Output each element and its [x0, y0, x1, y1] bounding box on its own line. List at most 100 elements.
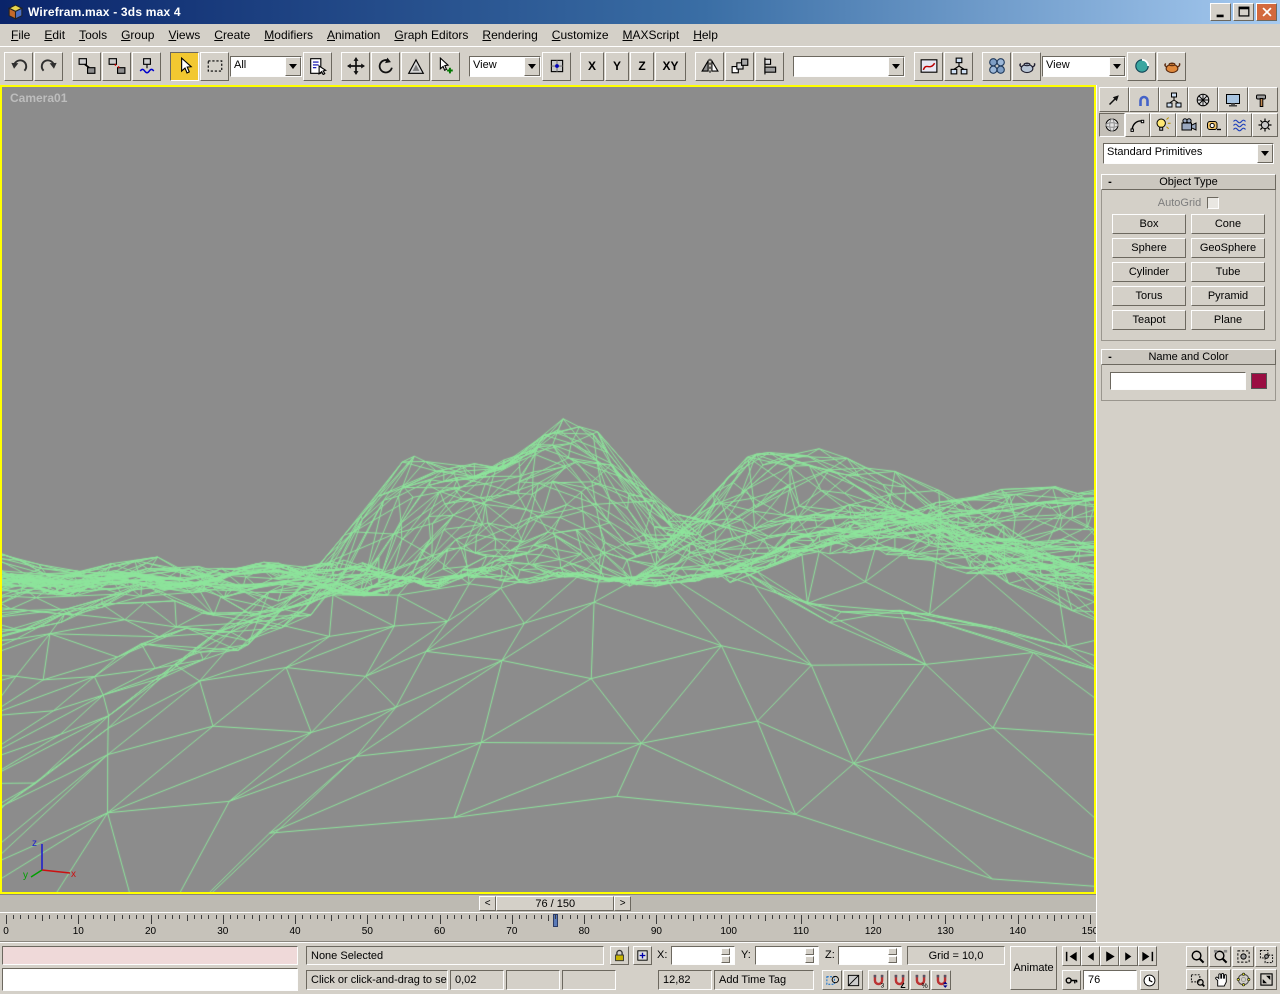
chevron-down-icon[interactable]: [888, 57, 904, 76]
tab-display[interactable]: [1218, 87, 1248, 112]
mirror-button[interactable]: [695, 52, 724, 81]
percent-snap-button[interactable]: [910, 970, 930, 990]
category-cameras[interactable]: [1176, 113, 1202, 137]
previous-frame-arrow[interactable]: <: [479, 896, 496, 911]
select-and-move-button[interactable]: [341, 52, 370, 81]
previous-frame-button[interactable]: [1081, 946, 1100, 966]
tab-motion[interactable]: [1188, 87, 1218, 112]
cone-button[interactable]: Cone: [1191, 214, 1265, 234]
plane-button[interactable]: Plane: [1191, 310, 1265, 330]
category-shapes[interactable]: [1125, 113, 1151, 137]
crossing-selection-toggle[interactable]: [822, 970, 842, 990]
z-coordinate-field[interactable]: [838, 946, 902, 965]
category-geometry[interactable]: [1099, 113, 1125, 137]
object-color-swatch[interactable]: [1251, 373, 1267, 389]
restrict-xy-plane-button[interactable]: XY: [655, 52, 686, 81]
chevron-down-icon[interactable]: [285, 57, 301, 76]
time-slider-frame-label[interactable]: 76 / 150: [496, 896, 614, 911]
maximize-button[interactable]: [1233, 3, 1254, 21]
arc-rotate-button[interactable]: [1232, 969, 1254, 990]
viewport[interactable]: Camera01 z x y: [0, 85, 1096, 894]
pan-button[interactable]: [1209, 969, 1231, 990]
current-frame-field[interactable]: 76: [1083, 970, 1137, 990]
select-by-name-button[interactable]: [303, 52, 332, 81]
time-slider-track[interactable]: < 76 / 150 >: [0, 894, 1096, 912]
min-max-toggle-button[interactable]: [1255, 969, 1277, 990]
angle-snap-button[interactable]: [889, 970, 909, 990]
zoom-all-button[interactable]: [1209, 946, 1231, 967]
go-to-end-button[interactable]: [1138, 946, 1157, 966]
menu-maxscript[interactable]: MAXScript: [616, 26, 687, 44]
viewport-canvas[interactable]: [2, 87, 1094, 892]
menu-animation[interactable]: Animation: [320, 26, 387, 44]
restrict-z-button[interactable]: Z: [630, 52, 654, 81]
array-button[interactable]: [725, 52, 754, 81]
align-button[interactable]: [755, 52, 784, 81]
render-scene-button[interactable]: [1012, 52, 1041, 81]
restrict-y-button[interactable]: Y: [605, 52, 629, 81]
zoom-extents-button[interactable]: [1232, 946, 1254, 967]
category-helpers[interactable]: [1201, 113, 1227, 137]
quick-render-button[interactable]: [1157, 52, 1186, 81]
y-spinner[interactable]: [805, 948, 814, 963]
name-color-rollout-header[interactable]: - Name and Color: [1101, 349, 1276, 365]
reference-coordinate-system-combo[interactable]: View: [469, 56, 541, 77]
schematic-view-button[interactable]: [944, 52, 973, 81]
animate-button[interactable]: Animate: [1010, 946, 1057, 990]
time-configuration-button[interactable]: [1140, 970, 1159, 990]
track-ruler[interactable]: 0102030405060708090100110120130140150: [0, 912, 1096, 942]
restrict-x-button[interactable]: X: [580, 52, 604, 81]
box-button[interactable]: Box: [1112, 214, 1186, 234]
object-name-input[interactable]: [1110, 372, 1246, 390]
x-coordinate-field[interactable]: [671, 946, 735, 965]
unlink-selection-button[interactable]: [102, 52, 131, 81]
menu-tools[interactable]: Tools: [72, 26, 114, 44]
select-and-link-button[interactable]: [72, 52, 101, 81]
teapot-button[interactable]: Teapot: [1112, 310, 1186, 330]
zoom-button[interactable]: [1186, 946, 1208, 967]
tab-hierarchy[interactable]: [1159, 87, 1189, 112]
macro-recorder-pane[interactable]: [2, 946, 298, 965]
render-type-combo[interactable]: View: [1042, 56, 1126, 77]
absolute-offset-mode-toggle[interactable]: [633, 946, 652, 965]
track-view-button[interactable]: [914, 52, 943, 81]
bind-to-spacewarp-button[interactable]: [132, 52, 161, 81]
tube-button[interactable]: Tube: [1191, 262, 1265, 282]
tab-modify[interactable]: [1129, 87, 1159, 112]
z-spinner[interactable]: [888, 948, 897, 963]
menu-views[interactable]: Views: [161, 26, 207, 44]
degradation-override-button[interactable]: [843, 970, 863, 990]
undo-button[interactable]: [4, 52, 33, 81]
key-mode-toggle[interactable]: [1062, 970, 1081, 990]
add-time-tag[interactable]: Add Time Tag: [714, 970, 814, 990]
next-frame-arrow[interactable]: >: [614, 896, 631, 911]
category-lights[interactable]: [1150, 113, 1176, 137]
menu-group[interactable]: Group: [114, 26, 161, 44]
menu-create[interactable]: Create: [207, 26, 257, 44]
pyramid-button[interactable]: Pyramid: [1191, 286, 1265, 306]
tab-utilities[interactable]: [1248, 87, 1278, 112]
chevron-down-icon[interactable]: [1109, 57, 1125, 76]
menu-help[interactable]: Help: [686, 26, 725, 44]
close-button[interactable]: [1256, 3, 1277, 21]
snap-toggle-button[interactable]: [868, 970, 888, 990]
y-coordinate-field[interactable]: [755, 946, 819, 965]
select-and-manipulate-button[interactable]: [431, 52, 460, 81]
object-type-rollout-header[interactable]: - Object Type: [1101, 174, 1276, 190]
menu-customize[interactable]: Customize: [545, 26, 616, 44]
redo-button[interactable]: [34, 52, 63, 81]
torus-button[interactable]: Torus: [1112, 286, 1186, 306]
menu-graph-editors[interactable]: Graph Editors: [387, 26, 475, 44]
cylinder-button[interactable]: Cylinder: [1112, 262, 1186, 282]
select-and-rotate-button[interactable]: [371, 52, 400, 81]
selection-lock-toggle[interactable]: [610, 946, 629, 965]
menu-edit[interactable]: Edit: [37, 26, 72, 44]
maxscript-listener-pane[interactable]: [2, 968, 298, 991]
region-zoom-button[interactable]: [1186, 969, 1208, 990]
zoom-extents-all-button[interactable]: [1255, 946, 1277, 967]
autogrid-checkbox[interactable]: [1207, 197, 1219, 209]
menu-modifiers[interactable]: Modifiers: [257, 26, 320, 44]
time-slider-handle[interactable]: < 76 / 150 >: [479, 896, 631, 911]
play-button[interactable]: [1100, 946, 1119, 966]
named-selection-sets-combo[interactable]: [793, 56, 905, 77]
